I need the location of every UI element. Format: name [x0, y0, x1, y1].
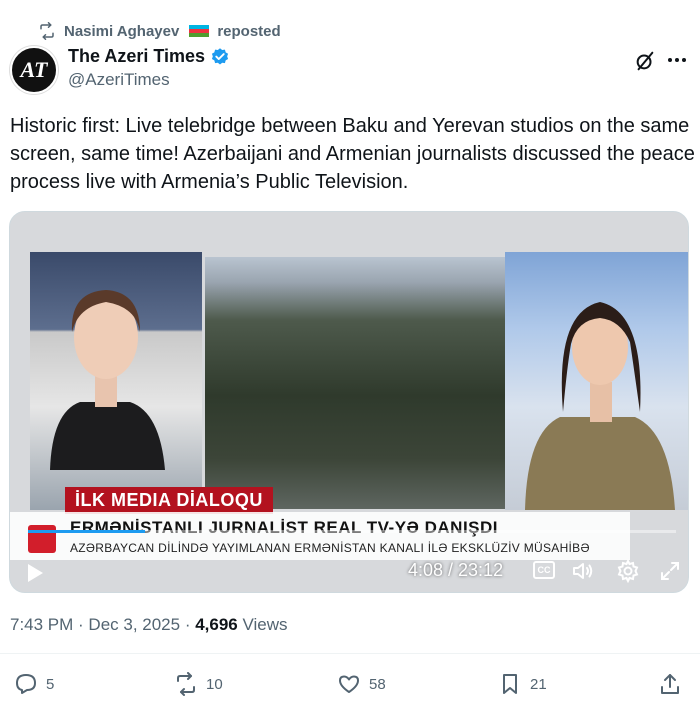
tweet-meta: 7:43 PM · Dec 3, 2025 · 4,696 Views [10, 615, 288, 635]
grok-icon[interactable] [634, 50, 656, 72]
bookmark-button[interactable]: 21 [498, 672, 547, 696]
reply-count: 5 [46, 675, 55, 693]
like-button[interactable]: 58 [337, 672, 386, 696]
views-count: 4,696 [195, 615, 238, 634]
views-label: Views [242, 615, 288, 634]
repost-label: reposted [217, 22, 281, 40]
tweet-actions: 5 10 58 21 [0, 672, 700, 702]
share-icon [661, 674, 679, 694]
reply-button[interactable]: 5 [14, 672, 54, 696]
tweet-date[interactable]: Dec 3, 2025 [88, 615, 180, 634]
azerbaijan-flag-icon [189, 24, 210, 38]
video-time: 4:08 / 23:12 [408, 560, 504, 580]
video-progress-fill [28, 530, 145, 533]
volume-icon[interactable] [571, 559, 595, 583]
like-count: 58 [369, 675, 386, 693]
heart-icon [339, 675, 359, 693]
author-block: The Azeri Times @AzeriTimes [68, 46, 230, 90]
more-options-icon[interactable] [665, 49, 689, 71]
captions-icon[interactable]: CC [533, 561, 555, 579]
repost-count: 10 [206, 675, 223, 693]
repost-icon [40, 22, 54, 40]
video-frame-right-studio [505, 252, 688, 510]
video-frame-aerial-city [205, 257, 505, 509]
player-controls: 4:08 / 23:12 CC [10, 552, 688, 592]
presenter-right-figure [525, 302, 675, 510]
meta-separator: · [73, 615, 89, 634]
fullscreen-icon[interactable] [658, 559, 682, 583]
video-progress-bar[interactable] [28, 530, 676, 533]
repost-action-icon [177, 672, 195, 696]
repost-indicator[interactable]: Nasimi Aghayev reposted [38, 22, 281, 40]
lower-third-label: İLK MEDIA DİALOQU [65, 487, 273, 514]
reply-icon [16, 674, 36, 694]
share-button[interactable] [658, 672, 682, 696]
verified-badge-icon [211, 47, 229, 64]
author-display-name[interactable]: The Azeri Times [68, 46, 205, 67]
lower-third-headline: ERMƏNİSTANLI JURNALİST REAL TV-YƏ DANIŞD… [70, 518, 499, 537]
play-icon[interactable] [28, 564, 43, 582]
bookmark-icon [503, 674, 517, 694]
reposter-name[interactable]: Nasimi Aghayev [64, 23, 179, 40]
tweet-text: Historic first: Live telebridge between … [10, 115, 695, 193]
author-display-name-row[interactable]: The Azeri Times [68, 46, 230, 67]
divider [0, 653, 700, 654]
tweet-time[interactable]: 7:43 PM [10, 615, 73, 634]
settings-gear-icon[interactable] [616, 559, 640, 583]
presenter-left-figure [50, 290, 165, 470]
video-player[interactable]: İLK MEDIA DİALOQU ERMƏNİSTANLI JURNALİST… [9, 211, 689, 593]
avatar[interactable]: AT [10, 46, 58, 94]
meta-separator-2: · [180, 615, 196, 634]
author-handle[interactable]: @AzeriTimes [68, 70, 230, 90]
bookmark-count: 21 [530, 675, 547, 693]
repost-button[interactable]: 10 [174, 672, 223, 696]
